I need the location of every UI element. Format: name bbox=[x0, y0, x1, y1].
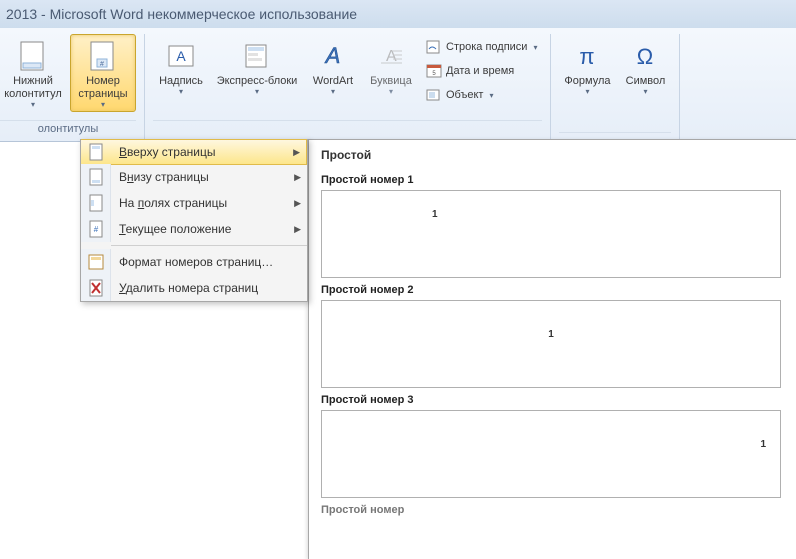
dropdown-caret-icon: ▾ bbox=[389, 88, 393, 96]
signature-label: Строка подписи bbox=[446, 41, 527, 53]
svg-text:#: # bbox=[100, 61, 104, 68]
group-label-headerfooter: олонтитулы bbox=[0, 120, 136, 137]
page-number-sample: 1 bbox=[548, 329, 554, 340]
group-label-text bbox=[153, 120, 542, 137]
window-title: 2013 - Microsoft Word некоммерческое исп… bbox=[6, 6, 357, 22]
menu-margins-pref: На bbox=[119, 196, 138, 210]
gallery-item-2-title: Простой номер 2 bbox=[321, 278, 784, 300]
menu-format-page-numbers[interactable]: Формат номеров страниц… bbox=[81, 249, 307, 275]
page-number-button[interactable]: # Номер страницы▾ bbox=[70, 34, 136, 112]
dropdown-caret-icon: ▾ bbox=[585, 88, 589, 96]
textbox-icon: A bbox=[164, 39, 198, 73]
menu-top-underline: В bbox=[119, 145, 127, 159]
quickparts-icon bbox=[240, 39, 274, 73]
svg-text:A: A bbox=[176, 48, 186, 64]
gallery-item-3-preview[interactable]: 1 bbox=[321, 410, 781, 498]
submenu-arrow-icon: ▶ bbox=[294, 198, 301, 209]
dropdown-caret-icon: ▾ bbox=[179, 88, 183, 96]
dropdown-caret-icon: ▾ bbox=[331, 88, 335, 96]
gallery-item-1-title: Простой номер 1 bbox=[321, 168, 784, 190]
submenu-arrow-icon: ▶ bbox=[293, 147, 300, 158]
symbol-button[interactable]: Ω Символ▾ bbox=[619, 34, 671, 106]
group-label-symbols bbox=[559, 132, 671, 137]
page-bottom-icon bbox=[81, 164, 111, 190]
gallery-item-4-title: Простой номер bbox=[321, 498, 784, 520]
menu-current-und: Т bbox=[119, 222, 126, 236]
object-button[interactable]: Объект ▾ bbox=[421, 84, 542, 106]
date-time-icon: 5 bbox=[426, 63, 442, 79]
date-time-label: Дата и время bbox=[446, 65, 514, 77]
gallery-item-3-title: Простой номер 3 bbox=[321, 388, 784, 410]
textbox-button[interactable]: A Надпись▾ bbox=[153, 34, 209, 106]
group-symbols: π Формула▾ Ω Символ▾ bbox=[551, 34, 680, 141]
footer-button[interactable]: Нижний колонтитул▾ bbox=[0, 34, 66, 112]
equation-button[interactable]: π Формула▾ bbox=[559, 34, 615, 106]
submenu-arrow-icon: ▶ bbox=[294, 224, 301, 235]
object-label: Объект bbox=[446, 89, 483, 101]
dropcap-icon: A bbox=[374, 39, 408, 73]
wordart-icon: A bbox=[316, 39, 350, 73]
signature-line-button[interactable]: Строка подписи ▾ bbox=[421, 36, 542, 58]
window-titlebar: 2013 - Microsoft Word некоммерческое исп… bbox=[0, 0, 796, 28]
menu-top-of-page[interactable]: Вверху страницы ▶ bbox=[81, 139, 307, 165]
menu-bottom-rest: изу страницы bbox=[134, 170, 209, 184]
dropdown-caret-icon: ▾ bbox=[31, 101, 35, 109]
page-number-gallery: Простой Простой номер 1 1 Простой номер … bbox=[308, 139, 796, 559]
submenu-arrow-icon: ▶ bbox=[294, 172, 301, 183]
svg-text:A: A bbox=[324, 43, 341, 68]
menu-margins-rest: олях страницы bbox=[144, 196, 227, 210]
page-top-icon bbox=[81, 140, 111, 164]
group-header-footer: Нижний колонтитул▾ # Номер страницы▾ оло… bbox=[0, 34, 145, 141]
menu-bottom-und: н bbox=[127, 170, 134, 184]
page-margins-icon bbox=[81, 190, 111, 216]
dropdown-caret-icon: ▾ bbox=[489, 91, 493, 100]
menu-bottom-of-page[interactable]: Внизу страницы ▶ bbox=[81, 164, 307, 190]
menu-separator bbox=[111, 245, 307, 246]
dropcap-button[interactable]: A Буквица▾ bbox=[365, 34, 417, 106]
quickparts-button[interactable]: Экспресс-блоки▾ bbox=[213, 34, 301, 106]
signature-icon bbox=[426, 39, 442, 55]
gallery-item-1-preview[interactable]: 1 bbox=[321, 190, 781, 278]
menu-top-rest: верху страницы bbox=[127, 145, 215, 159]
menu-remove-rest: далить номера страниц bbox=[126, 281, 258, 295]
group-text: A Надпись▾ Экспресс-блоки▾ A WordArt▾ A bbox=[145, 34, 551, 141]
page-current-icon: # bbox=[81, 216, 111, 242]
dropdown-caret-icon: ▾ bbox=[533, 43, 537, 52]
menu-remove-page-numbers[interactable]: Удалить номера страниц bbox=[81, 275, 307, 301]
page-number-sample: 1 bbox=[432, 209, 438, 220]
date-time-button[interactable]: 5 Дата и время bbox=[421, 60, 542, 82]
menu-current-rest: екущее положение bbox=[126, 222, 232, 236]
format-numbers-icon bbox=[81, 249, 111, 275]
ribbon: Нижний колонтитул▾ # Номер страницы▾ оло… bbox=[0, 28, 796, 142]
wordart-button[interactable]: A WordArt▾ bbox=[305, 34, 361, 106]
menu-current-position[interactable]: # Текущее положение ▶ bbox=[81, 216, 307, 242]
page-number-label: Номер страницы bbox=[78, 75, 127, 101]
svg-text:#: # bbox=[93, 225, 98, 234]
dropdown-caret-icon: ▾ bbox=[643, 88, 647, 96]
page-number-sample: 1 bbox=[760, 439, 766, 450]
page-number-icon: # bbox=[86, 39, 120, 73]
footer-label: Нижний колонтитул bbox=[4, 75, 62, 101]
menu-bottom-pref: В bbox=[119, 170, 127, 184]
dropdown-caret-icon: ▾ bbox=[101, 101, 105, 109]
equation-icon: π bbox=[570, 39, 604, 73]
menu-format-label: Формат номеров страниц… bbox=[119, 255, 273, 269]
gallery-item-2-preview[interactable]: 1 bbox=[321, 300, 781, 388]
remove-numbers-icon bbox=[81, 275, 111, 301]
gallery-header: Простой bbox=[309, 140, 796, 168]
dropdown-caret-icon: ▾ bbox=[255, 88, 259, 96]
page-number-menu: Вверху страницы ▶ Внизу страницы ▶ На по… bbox=[80, 139, 308, 302]
svg-text:π: π bbox=[580, 44, 595, 69]
symbol-icon: Ω bbox=[628, 39, 662, 73]
menu-page-margins[interactable]: На полях страницы ▶ bbox=[81, 190, 307, 216]
footer-icon bbox=[16, 39, 50, 73]
object-icon bbox=[426, 87, 442, 103]
menu-remove-und: У bbox=[119, 281, 126, 295]
svg-text:Ω: Ω bbox=[637, 44, 653, 69]
